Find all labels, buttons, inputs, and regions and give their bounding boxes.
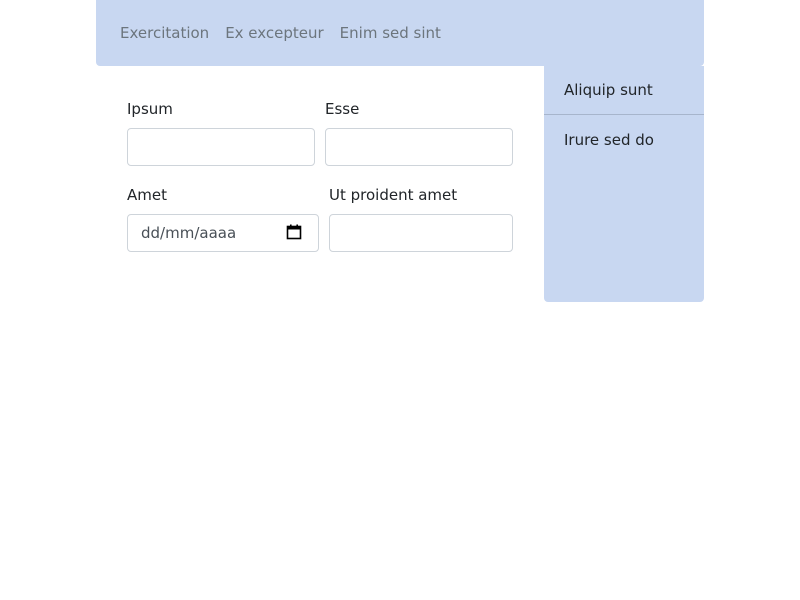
ipsum-label: Ipsum — [127, 100, 173, 118]
nav-link-exercitation[interactable]: Exercitation — [120, 24, 209, 42]
sidebar-item-aliquip-sunt[interactable]: Aliquip sunt — [544, 66, 704, 115]
amet-date-input[interactable]: dd/mm/aaaa — [127, 214, 319, 252]
nav-link-ex-excepteur[interactable]: Ex excepteur — [225, 24, 323, 42]
date-placeholder: dd/mm/aaaa — [141, 224, 237, 242]
field-amet: Amet dd/mm/aaaa — [127, 186, 319, 252]
esse-input[interactable] — [325, 128, 513, 166]
top-navbar: Exercitation Ex excepteur Enim sed sint — [96, 0, 704, 66]
ut-proident-amet-input[interactable] — [329, 214, 513, 252]
ipsum-input[interactable] — [127, 128, 315, 166]
sidebar-item-irure-sed-do[interactable]: Irure sed do — [544, 115, 704, 164]
ut-proident-amet-label: Ut proident amet — [329, 186, 458, 204]
esse-label: Esse — [325, 100, 360, 118]
field-ut-proident-amet: Ut proident amet — [329, 186, 513, 252]
nav-link-enim-sed-sint[interactable]: Enim sed sint — [340, 24, 441, 42]
field-esse: Esse — [325, 100, 513, 166]
field-ipsum: Ipsum — [127, 100, 315, 166]
amet-label: Amet — [127, 186, 167, 204]
calendar-icon[interactable] — [286, 224, 302, 240]
sidebar-panel: Aliquip sunt Irure sed do — [544, 66, 704, 302]
